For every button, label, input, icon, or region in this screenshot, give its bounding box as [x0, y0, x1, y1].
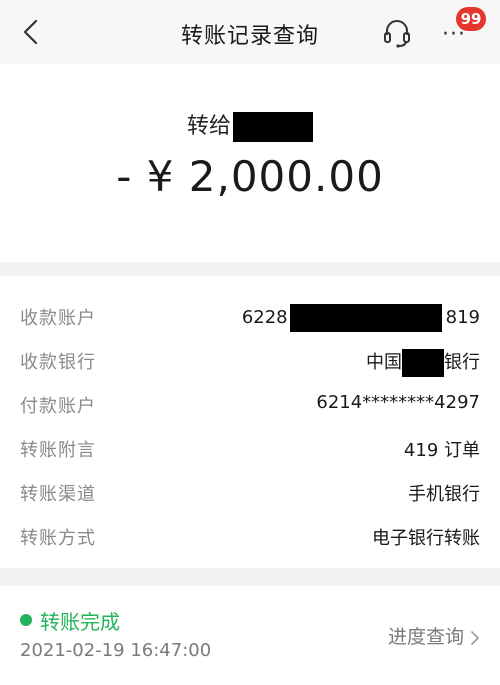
detail-row-payer-account: 付款账户 6214********4297	[20, 384, 480, 420]
details-card: 收款账户 6228 819 收款银行 中国 银行 付款账户 6214********…	[0, 276, 500, 568]
transfer-amount: - ¥ 2,000.00	[116, 152, 384, 201]
detail-row-payee-bank: 收款银行 中国 银行	[20, 340, 480, 377]
detail-row-channel: 转账渠道 手机银行	[20, 472, 480, 508]
method-label: 转账方式	[20, 528, 96, 549]
amount-card: 转给 - ¥ 2,000.00	[0, 64, 500, 262]
channel-value: 手机银行	[408, 484, 480, 505]
more-button[interactable]: ··· 99	[436, 7, 486, 50]
progress-query-link[interactable]: 进度查询	[388, 622, 480, 649]
detail-row-payee-account: 收款账户 6228 819	[20, 296, 480, 332]
recipient-prefix: 转给	[186, 114, 231, 139]
headset-icon	[384, 20, 410, 48]
remark-value: 419 订单	[403, 440, 480, 461]
top-bar: 转账记录查询 ··· 99	[0, 0, 500, 64]
status-time: 2021-02-19 16:47:00	[20, 640, 212, 661]
redacted-bank-name	[402, 349, 444, 377]
payee-bank-prefix: 中国	[366, 352, 402, 373]
detail-row-method: 转账方式 电子银行转账	[20, 516, 480, 552]
payee-account-suffix: 819	[445, 307, 480, 328]
status-dot-icon	[20, 614, 32, 626]
payee-bank-label: 收款银行	[20, 352, 96, 373]
payer-account-value: 6214********4297	[316, 392, 480, 413]
payee-account-value: 6228 819	[242, 304, 480, 332]
progress-query-label: 进度查询	[387, 626, 464, 648]
status-text: 转账完成	[40, 610, 120, 634]
customer-service-button[interactable]	[380, 16, 414, 50]
payee-bank-value: 中国 银行	[366, 348, 480, 377]
redacted-account-digits	[289, 304, 442, 332]
channel-label: 转账渠道	[20, 484, 96, 505]
chevron-right-icon	[471, 630, 479, 645]
payee-account-prefix: 6228	[241, 307, 288, 328]
page-title: 转账记录查询	[180, 24, 319, 49]
payee-account-label: 收款账户	[20, 308, 96, 329]
status-card: 转账完成 2021-02-19 16:47:00 进度查询	[0, 586, 500, 685]
more-dots-icon: ···	[442, 22, 466, 47]
payer-account-label: 付款账户	[20, 396, 96, 417]
method-value: 电子银行转账	[372, 528, 480, 549]
redacted-recipient-name	[233, 112, 313, 142]
detail-row-remark: 转账附言 419 订单	[20, 428, 480, 464]
notification-badge: 99	[456, 7, 486, 31]
remark-label: 转账附言	[20, 440, 96, 461]
recipient-row: 转给	[0, 108, 500, 142]
payee-bank-suffix: 银行	[444, 352, 480, 373]
